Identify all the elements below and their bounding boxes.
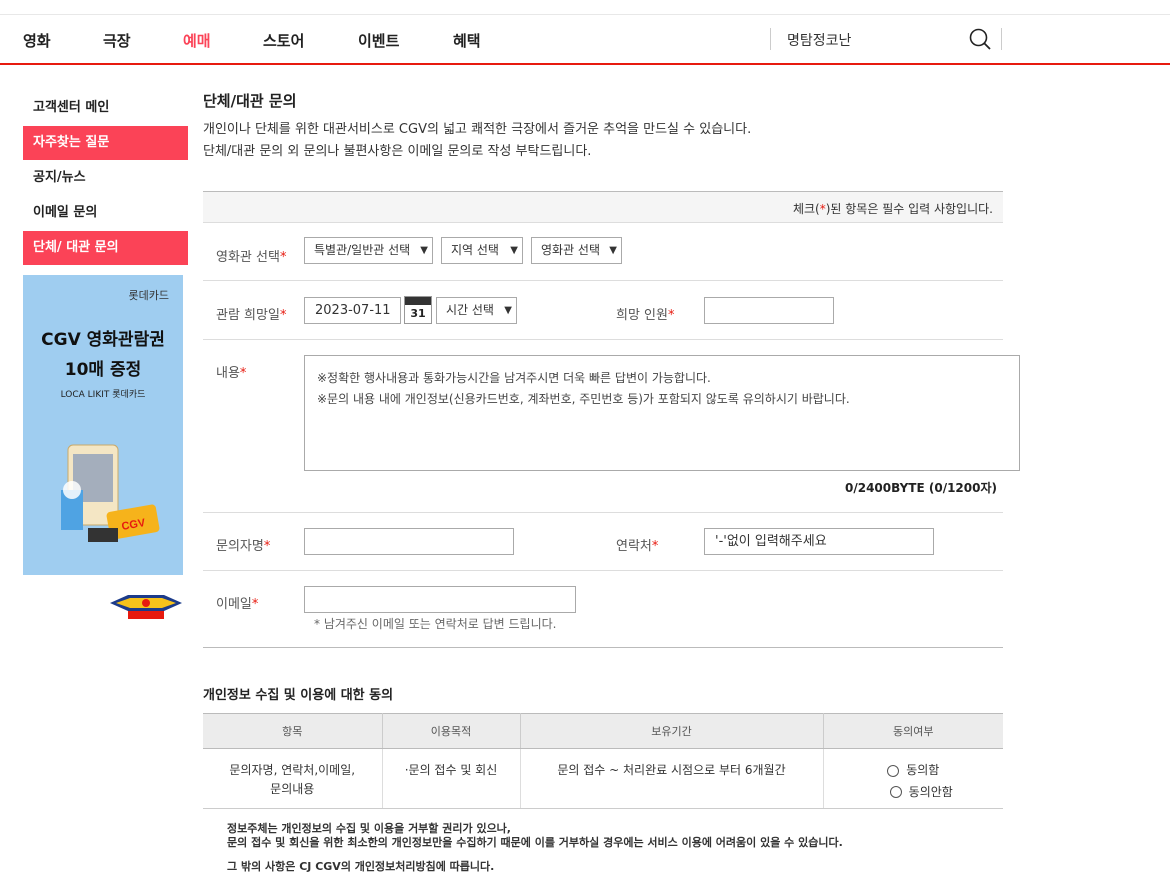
- row-divider: [203, 512, 1003, 513]
- agree-radio[interactable]: 동의함: [887, 761, 939, 780]
- sidebar-item-group-rental[interactable]: 단체/ 대관 문의: [23, 231, 188, 265]
- theater-label: 영화관 선택*: [216, 250, 287, 265]
- table-row: 문의자명, 연락처,이메일, 문의내용 ·문의 접수 및 회신 문의 접수 ~ …: [203, 748, 1003, 809]
- row-divider: [203, 570, 1003, 571]
- consent-header-agree: 동의여부: [823, 713, 1003, 749]
- theater-type-select[interactable]: 특별관/일반관 선택 ▼: [304, 237, 433, 264]
- search-end-divider: [1001, 28, 1002, 50]
- consent-header-item: 항목: [203, 713, 383, 749]
- date-label: 관람 희망일*: [216, 308, 287, 323]
- page-description-2: 단체/대관 문의 외 문의나 불편사항은 이메일 문의로 작성 부탁드립니다.: [203, 144, 592, 159]
- consent-notice-2: 문의 접수 및 회신을 위한 최소한의 개인정보만을 수집하기 때문에 이를 거…: [227, 836, 843, 849]
- banner-caption: LOCA LIKIT 롯데카드: [60, 390, 146, 400]
- consent-header-purpose: 이용목적: [382, 713, 521, 749]
- phone-input[interactable]: '-'없이 입력해주세요: [704, 528, 934, 555]
- content-textarea[interactable]: ※정확한 행사내용과 통화가능시간을 남겨주시면 더욱 빠른 답변이 가능합니다…: [304, 355, 1020, 471]
- chevron-down-icon: ▼: [607, 238, 617, 263]
- name-label: 문의자명*: [216, 539, 271, 554]
- consent-item-cell: 문의자명, 연락처,이메일, 문의내용: [203, 748, 383, 809]
- superwings-logo-icon: [110, 595, 182, 619]
- chevron-down-icon: ▼: [418, 238, 428, 263]
- form-header: 체크(*)된 항목은 필수 입력 사항입니다.: [203, 191, 1003, 223]
- calendar-icon[interactable]: 31: [404, 296, 432, 324]
- date-input[interactable]: 2023-07-11: [304, 297, 401, 324]
- card-illustration-icon: CGV: [61, 444, 160, 542]
- agree-label: 동의함: [906, 763, 940, 777]
- consent-period-cell: 문의 접수 ~ 처리완료 시점으로 부터 6개월간: [520, 748, 824, 809]
- lotte-card-banner[interactable]: 롯데카드 CGV 영화관람권 10매 증정 LOCA LIKIT 롯데카드 CG…: [23, 275, 183, 575]
- sidebar-item-cs-main[interactable]: 고객센터 메인: [23, 91, 188, 125]
- sidebar-item-faq[interactable]: 자주찾는 질문: [23, 126, 188, 160]
- content-guide-2: ※문의 내용 내에 개인정보(신용카드번호, 계좌번호, 주민번호 등)가 포함…: [317, 392, 850, 406]
- nav-item-benefit[interactable]: 혜택: [453, 30, 481, 51]
- chevron-down-icon: ▼: [502, 298, 512, 323]
- consent-item-line2: 문의내용: [270, 782, 315, 796]
- radio-icon: [887, 764, 900, 777]
- disagree-label: 동의안함: [908, 784, 953, 799]
- people-input[interactable]: [704, 297, 834, 324]
- byte-counter: 0/2400BYTE (0/1200자): [844, 481, 997, 495]
- nav-item-movie[interactable]: 영화: [23, 30, 51, 51]
- content-label: 내용*: [216, 366, 247, 381]
- required-note: 체크(*)된 항목은 필수 입력 사항입니다.: [792, 202, 993, 216]
- disagree-radio[interactable]: 동의안함: [889, 783, 953, 802]
- nav-item-event[interactable]: 이벤트: [358, 30, 399, 51]
- consent-purpose-cell: ·문의 접수 및 회신: [382, 748, 521, 809]
- page-description-1: 개인이나 단체를 위한 대관서비스로 CGV의 넓고 쾌적한 극장에서 즐거운 …: [203, 122, 752, 137]
- chevron-down-icon: ▼: [508, 238, 518, 263]
- theater-select[interactable]: 영화관 선택 ▼: [531, 237, 622, 264]
- email-label: 이메일*: [216, 597, 259, 612]
- nav-item-theater[interactable]: 극장: [103, 30, 131, 51]
- consent-table: 항목 이용목적 보유기간 동의여부 문의자명, 연락처,이메일, 문의내용 ·문…: [203, 713, 1003, 809]
- email-input[interactable]: [304, 586, 576, 613]
- consent-item-line1: 문의자명, 연락처,이메일,: [229, 763, 356, 777]
- search-input[interactable]: 명탐정코난: [787, 30, 851, 50]
- nav-item-booking[interactable]: 예매: [183, 30, 211, 51]
- sidebar-item-notice[interactable]: 공지/뉴스: [23, 161, 188, 195]
- name-input[interactable]: [304, 528, 514, 555]
- consent-agree-cell: 동의함 동의안함: [823, 748, 1003, 809]
- radio-icon: [889, 786, 902, 798]
- search-divider: [770, 28, 771, 50]
- calendar-day: 31: [410, 307, 426, 320]
- nav-item-store[interactable]: 스토어: [263, 30, 304, 51]
- sidebar-item-email[interactable]: 이메일 문의: [23, 196, 188, 230]
- consent-notice-3: 그 밖의 사항은 CJ CGV의 개인정보처리방침에 따릅니다.: [227, 860, 495, 873]
- main-nav: 영화 극장 예매 스토어 이벤트 혜택 명탐정코난: [0, 15, 1170, 65]
- banner-headline: CGV 영화관람권: [41, 330, 165, 350]
- consent-header-period: 보유기간: [520, 713, 824, 749]
- content-guide-1: ※정확한 행사내용과 통화가능시간을 남겨주시면 더욱 빠른 답변이 가능합니다…: [317, 371, 711, 385]
- row-divider: [203, 280, 1003, 281]
- banner-brand: 롯데카드: [128, 289, 169, 302]
- page-title: 단체/대관 문의: [203, 92, 297, 110]
- row-divider: [203, 339, 1003, 340]
- form-bottom-line: [203, 647, 1003, 648]
- email-hint: * 남겨주신 이메일 또는 연락처로 답변 드립니다.: [314, 617, 557, 631]
- banner-subheadline: 10매 증정: [64, 360, 142, 380]
- region-select[interactable]: 지역 선택 ▼: [441, 237, 523, 264]
- time-select[interactable]: 시간 선택 ▼: [436, 297, 517, 324]
- consent-title: 개인정보 수집 및 이용에 대한 동의: [203, 688, 394, 703]
- people-label: 희망 인원*: [616, 308, 675, 323]
- phone-label: 연락처*: [616, 539, 659, 554]
- search-icon[interactable]: [968, 27, 992, 51]
